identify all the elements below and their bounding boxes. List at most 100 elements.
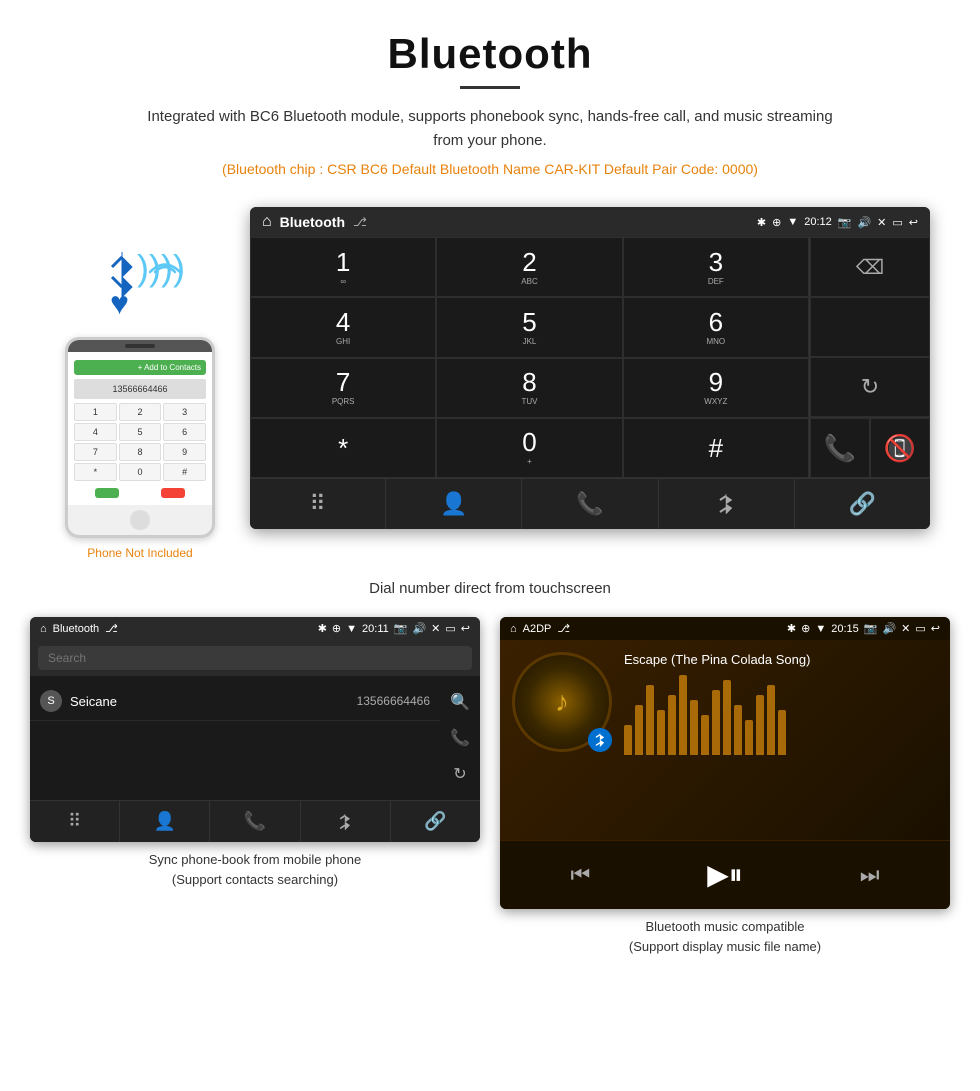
usb-icon: ⎇: [353, 215, 367, 229]
dial-key-2[interactable]: 2 ABC: [436, 237, 622, 297]
phone-key-7[interactable]: 7: [74, 443, 117, 461]
side-top: ⌫ ↻: [810, 237, 930, 417]
dial-key-0[interactable]: 0 +: [436, 418, 622, 478]
call-buttons-row: 📞 📵: [810, 417, 930, 478]
refresh-key[interactable]: ↻: [810, 357, 930, 417]
pb-nav-bt[interactable]: [301, 801, 391, 842]
dial-key-6[interactable]: 6 MNO: [623, 297, 809, 357]
dial-key-4[interactable]: 4 GHI: [250, 297, 436, 357]
music-note-icon: ♪: [555, 686, 569, 718]
phone-key-1[interactable]: 1: [74, 403, 117, 421]
dial-sub-2: ABC: [521, 277, 537, 286]
dial-key-3[interactable]: 3 DEF: [623, 237, 809, 297]
pb-side-icons: 🔍 📞 ↻: [440, 676, 480, 800]
status-left: ⌂ Bluetooth ⎇: [262, 213, 367, 231]
music-status-right: ✱ ⊕ ▼ 20:15 📷 🔊 ✕ ▭ ↩: [787, 622, 940, 635]
dial-key-hash[interactable]: #: [623, 418, 809, 478]
pb-status-right: ✱ ⊕ ▼ 20:11 📷 🔊 ✕ ▭ ↩: [318, 622, 470, 635]
pb-nav-contacts[interactable]: 👤: [120, 801, 210, 842]
dial-number-5: 5: [522, 309, 536, 335]
phone-key-2[interactable]: 2: [119, 403, 162, 421]
calls-icon: 📞: [576, 491, 603, 517]
answer-call-button[interactable]: 📞: [810, 418, 870, 478]
pb-back-icon[interactable]: ↩: [461, 622, 470, 635]
bottom-nav-bar: ⠿ 👤 📞 🔗: [250, 478, 930, 529]
dial-caption: Dial number direct from touchscreen: [0, 570, 980, 617]
music-close-icon[interactable]: ✕: [901, 622, 910, 635]
visualizer-bar: [701, 715, 709, 755]
pb-home-icon[interactable]: ⌂: [40, 623, 47, 635]
phone-home-button[interactable]: [130, 510, 150, 530]
dial-sub-4: GHI: [336, 337, 350, 346]
dial-key-9[interactable]: 9 WXYZ: [623, 358, 809, 418]
music-back-icon[interactable]: ↩: [931, 622, 940, 635]
pb-status-left: ⌂ Bluetooth ⎇: [40, 622, 118, 635]
pb-nav-dialpad[interactable]: ⠿: [30, 801, 120, 842]
dial-key-1[interactable]: 1 ∞: [250, 237, 436, 297]
link-icon: 🔗: [849, 491, 876, 517]
music-controls: ⏮ ▶⏸ ⏭: [500, 840, 950, 909]
phone-key-star[interactable]: *: [74, 463, 117, 481]
dial-key-8[interactable]: 8 TUV: [436, 358, 622, 418]
close-icon[interactable]: ✕: [877, 216, 886, 229]
nav-link-button[interactable]: 🔗: [795, 479, 930, 529]
visualizer-bar: [646, 685, 654, 755]
bluetooth-icon: [100, 247, 145, 302]
visualizer-bar: [756, 695, 764, 755]
phone-speaker: [125, 344, 155, 348]
phone-key-0[interactable]: 0: [119, 463, 162, 481]
nav-dialpad-button[interactable]: ⠿: [250, 479, 386, 529]
phone-end-button[interactable]: [161, 488, 185, 498]
music-home-icon[interactable]: ⌂: [510, 623, 517, 635]
pb-layout-icon: ▭: [445, 622, 455, 635]
nav-bluetooth-button[interactable]: [659, 479, 795, 529]
pb-refresh-side-icon[interactable]: ↻: [445, 756, 474, 792]
music-signal-icon: ▼: [815, 623, 826, 635]
phone-key-9[interactable]: 9: [163, 443, 206, 461]
phone-key-4[interactable]: 4: [74, 423, 117, 441]
phone-key-6[interactable]: 6: [163, 423, 206, 441]
visualizer-bar: [734, 705, 742, 755]
phone-illustration: )))) ♥ + Add to Contacts: [50, 207, 230, 560]
prev-track-button[interactable]: ⏮: [565, 857, 595, 893]
car-dial-screen: ⌂ Bluetooth ⎇ ✱ ⊕ ▼ 20:12 📷 🔊 ✕ ▭ ↩ 1: [250, 207, 930, 529]
pb-search-input[interactable]: [38, 646, 472, 670]
pb-vol-icon: 🔊: [412, 622, 426, 635]
phone-call-button[interactable]: [95, 488, 119, 498]
contacts-icon: 👤: [440, 491, 467, 517]
pb-nav-calls[interactable]: 📞: [210, 801, 300, 842]
music-info: Escape (The Pina Colada Song): [624, 652, 938, 745]
play-pause-button[interactable]: ▶⏸: [702, 853, 748, 897]
music-title-label: A2DP: [523, 623, 552, 635]
pb-search-side-icon[interactable]: 🔍: [442, 684, 478, 720]
dial-key-star[interactable]: *: [250, 418, 436, 478]
nav-contacts-button[interactable]: 👤: [386, 479, 522, 529]
dial-number-0: 0: [522, 429, 536, 455]
phone-key-hash[interactable]: #: [163, 463, 206, 481]
music-content: ♪ Escape (The Pina Colada Song): [500, 640, 950, 840]
pb-close-icon[interactable]: ✕: [431, 622, 440, 635]
phone-key-3[interactable]: 3: [163, 403, 206, 421]
dial-number-9: 9: [709, 369, 723, 395]
pb-content: S Seicane 13566664466 🔍 📞 ↻: [30, 676, 480, 800]
volume-icon: 🔊: [857, 216, 871, 229]
end-call-button[interactable]: 📵: [870, 418, 930, 478]
contact-row[interactable]: S Seicane 13566664466: [30, 682, 440, 721]
dial-sub-5: JKL: [523, 337, 537, 346]
dial-sub-3: DEF: [708, 277, 724, 286]
title-divider: [460, 86, 520, 89]
backspace-key[interactable]: ⌫: [810, 237, 930, 297]
pb-nav-link[interactable]: 🔗: [391, 801, 480, 842]
visualizer-bar: [723, 680, 731, 755]
next-track-button[interactable]: ⏭: [855, 857, 885, 893]
phone-key-8[interactable]: 8: [119, 443, 162, 461]
dial-key-7[interactable]: 7 PQRS: [250, 358, 436, 418]
nav-calls-button[interactable]: 📞: [522, 479, 658, 529]
back-icon[interactable]: ↩: [909, 216, 918, 229]
contacts-list: S Seicane 13566664466: [30, 676, 440, 800]
phone-key-5[interactable]: 5: [119, 423, 162, 441]
pb-call-side-icon[interactable]: 📞: [442, 720, 478, 756]
refresh-icon: ↻: [861, 374, 879, 400]
home-icon[interactable]: ⌂: [262, 213, 272, 231]
dial-key-5[interactable]: 5 JKL: [436, 297, 622, 357]
